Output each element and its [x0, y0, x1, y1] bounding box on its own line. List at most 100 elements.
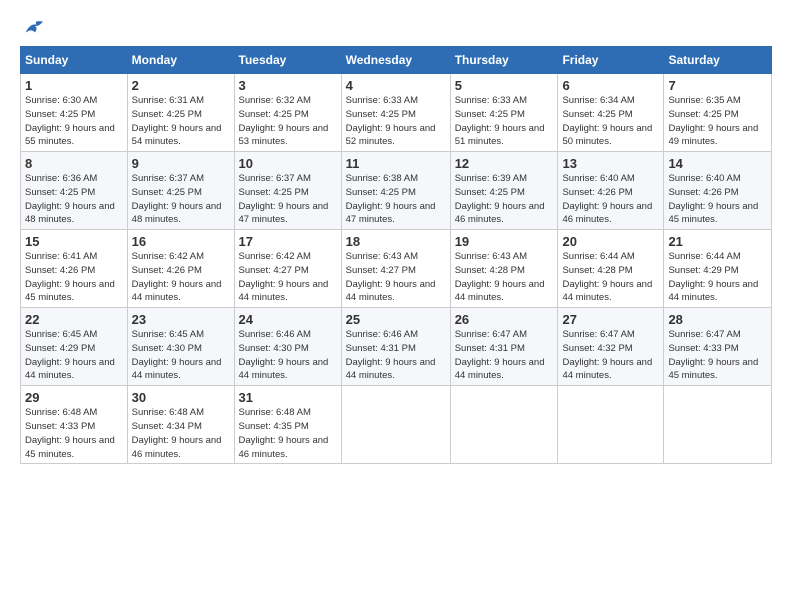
- day-info: Sunrise: 6:35 AMSunset: 4:25 PMDaylight:…: [668, 94, 767, 149]
- day-number: 18: [346, 234, 446, 249]
- week-row-5: 29Sunrise: 6:48 AMSunset: 4:33 PMDayligh…: [21, 386, 772, 464]
- day-cell-4: 4Sunrise: 6:33 AMSunset: 4:25 PMDaylight…: [341, 74, 450, 152]
- day-number: 17: [239, 234, 337, 249]
- day-number: 31: [239, 390, 337, 405]
- week-row-4: 22Sunrise: 6:45 AMSunset: 4:29 PMDayligh…: [21, 308, 772, 386]
- day-info: Sunrise: 6:38 AMSunset: 4:25 PMDaylight:…: [346, 172, 446, 227]
- day-cell-11: 11Sunrise: 6:38 AMSunset: 4:25 PMDayligh…: [341, 152, 450, 230]
- day-cell-28: 28Sunrise: 6:47 AMSunset: 4:33 PMDayligh…: [664, 308, 772, 386]
- header-day-friday: Friday: [558, 47, 664, 74]
- day-number: 29: [25, 390, 123, 405]
- header: [20, 18, 772, 36]
- day-number: 30: [132, 390, 230, 405]
- day-cell-14: 14Sunrise: 6:40 AMSunset: 4:26 PMDayligh…: [664, 152, 772, 230]
- day-info: Sunrise: 6:37 AMSunset: 4:25 PMDaylight:…: [132, 172, 230, 227]
- day-cell-22: 22Sunrise: 6:45 AMSunset: 4:29 PMDayligh…: [21, 308, 128, 386]
- day-cell-8: 8Sunrise: 6:36 AMSunset: 4:25 PMDaylight…: [21, 152, 128, 230]
- day-number: 6: [562, 78, 659, 93]
- day-cell-20: 20Sunrise: 6:44 AMSunset: 4:28 PMDayligh…: [558, 230, 664, 308]
- day-info: Sunrise: 6:46 AMSunset: 4:30 PMDaylight:…: [239, 328, 337, 383]
- empty-cell: [341, 386, 450, 464]
- day-cell-26: 26Sunrise: 6:47 AMSunset: 4:31 PMDayligh…: [450, 308, 558, 386]
- day-cell-19: 19Sunrise: 6:43 AMSunset: 4:28 PMDayligh…: [450, 230, 558, 308]
- day-cell-16: 16Sunrise: 6:42 AMSunset: 4:26 PMDayligh…: [127, 230, 234, 308]
- day-info: Sunrise: 6:39 AMSunset: 4:25 PMDaylight:…: [455, 172, 554, 227]
- day-number: 7: [668, 78, 767, 93]
- day-number: 4: [346, 78, 446, 93]
- day-cell-25: 25Sunrise: 6:46 AMSunset: 4:31 PMDayligh…: [341, 308, 450, 386]
- day-cell-18: 18Sunrise: 6:43 AMSunset: 4:27 PMDayligh…: [341, 230, 450, 308]
- day-number: 19: [455, 234, 554, 249]
- header-day-monday: Monday: [127, 47, 234, 74]
- day-info: Sunrise: 6:34 AMSunset: 4:25 PMDaylight:…: [562, 94, 659, 149]
- day-info: Sunrise: 6:48 AMSunset: 4:34 PMDaylight:…: [132, 406, 230, 461]
- day-cell-13: 13Sunrise: 6:40 AMSunset: 4:26 PMDayligh…: [558, 152, 664, 230]
- day-cell-9: 9Sunrise: 6:37 AMSunset: 4:25 PMDaylight…: [127, 152, 234, 230]
- day-info: Sunrise: 6:44 AMSunset: 4:29 PMDaylight:…: [668, 250, 767, 305]
- day-info: Sunrise: 6:31 AMSunset: 4:25 PMDaylight:…: [132, 94, 230, 149]
- day-info: Sunrise: 6:30 AMSunset: 4:25 PMDaylight:…: [25, 94, 123, 149]
- day-info: Sunrise: 6:43 AMSunset: 4:27 PMDaylight:…: [346, 250, 446, 305]
- day-number: 1: [25, 78, 123, 93]
- day-number: 28: [668, 312, 767, 327]
- day-cell-15: 15Sunrise: 6:41 AMSunset: 4:26 PMDayligh…: [21, 230, 128, 308]
- logo-bird-icon: [24, 18, 46, 36]
- day-number: 23: [132, 312, 230, 327]
- day-number: 27: [562, 312, 659, 327]
- week-row-2: 8Sunrise: 6:36 AMSunset: 4:25 PMDaylight…: [21, 152, 772, 230]
- day-number: 14: [668, 156, 767, 171]
- logo: [20, 18, 48, 36]
- day-info: Sunrise: 6:37 AMSunset: 4:25 PMDaylight:…: [239, 172, 337, 227]
- day-number: 2: [132, 78, 230, 93]
- day-number: 10: [239, 156, 337, 171]
- day-cell-12: 12Sunrise: 6:39 AMSunset: 4:25 PMDayligh…: [450, 152, 558, 230]
- day-number: 16: [132, 234, 230, 249]
- day-info: Sunrise: 6:40 AMSunset: 4:26 PMDaylight:…: [668, 172, 767, 227]
- day-number: 11: [346, 156, 446, 171]
- calendar-table: SundayMondayTuesdayWednesdayThursdayFrid…: [20, 46, 772, 464]
- header-day-sunday: Sunday: [21, 47, 128, 74]
- empty-cell: [450, 386, 558, 464]
- day-cell-2: 2Sunrise: 6:31 AMSunset: 4:25 PMDaylight…: [127, 74, 234, 152]
- day-cell-6: 6Sunrise: 6:34 AMSunset: 4:25 PMDaylight…: [558, 74, 664, 152]
- day-cell-10: 10Sunrise: 6:37 AMSunset: 4:25 PMDayligh…: [234, 152, 341, 230]
- header-day-thursday: Thursday: [450, 47, 558, 74]
- day-number: 21: [668, 234, 767, 249]
- day-info: Sunrise: 6:47 AMSunset: 4:31 PMDaylight:…: [455, 328, 554, 383]
- week-row-1: 1Sunrise: 6:30 AMSunset: 4:25 PMDaylight…: [21, 74, 772, 152]
- day-number: 9: [132, 156, 230, 171]
- day-number: 12: [455, 156, 554, 171]
- day-info: Sunrise: 6:40 AMSunset: 4:26 PMDaylight:…: [562, 172, 659, 227]
- day-info: Sunrise: 6:33 AMSunset: 4:25 PMDaylight:…: [455, 94, 554, 149]
- day-cell-3: 3Sunrise: 6:32 AMSunset: 4:25 PMDaylight…: [234, 74, 341, 152]
- day-cell-7: 7Sunrise: 6:35 AMSunset: 4:25 PMDaylight…: [664, 74, 772, 152]
- empty-cell: [558, 386, 664, 464]
- day-info: Sunrise: 6:47 AMSunset: 4:33 PMDaylight:…: [668, 328, 767, 383]
- day-info: Sunrise: 6:33 AMSunset: 4:25 PMDaylight:…: [346, 94, 446, 149]
- page: SundayMondayTuesdayWednesdayThursdayFrid…: [0, 0, 792, 612]
- day-number: 8: [25, 156, 123, 171]
- day-info: Sunrise: 6:41 AMSunset: 4:26 PMDaylight:…: [25, 250, 123, 305]
- empty-cell: [664, 386, 772, 464]
- day-number: 5: [455, 78, 554, 93]
- day-cell-29: 29Sunrise: 6:48 AMSunset: 4:33 PMDayligh…: [21, 386, 128, 464]
- header-day-saturday: Saturday: [664, 47, 772, 74]
- week-row-3: 15Sunrise: 6:41 AMSunset: 4:26 PMDayligh…: [21, 230, 772, 308]
- header-day-tuesday: Tuesday: [234, 47, 341, 74]
- day-number: 15: [25, 234, 123, 249]
- day-info: Sunrise: 6:48 AMSunset: 4:35 PMDaylight:…: [239, 406, 337, 461]
- day-cell-17: 17Sunrise: 6:42 AMSunset: 4:27 PMDayligh…: [234, 230, 341, 308]
- day-info: Sunrise: 6:32 AMSunset: 4:25 PMDaylight:…: [239, 94, 337, 149]
- day-info: Sunrise: 6:47 AMSunset: 4:32 PMDaylight:…: [562, 328, 659, 383]
- day-number: 3: [239, 78, 337, 93]
- header-day-wednesday: Wednesday: [341, 47, 450, 74]
- day-number: 13: [562, 156, 659, 171]
- day-number: 25: [346, 312, 446, 327]
- day-info: Sunrise: 6:48 AMSunset: 4:33 PMDaylight:…: [25, 406, 123, 461]
- day-cell-30: 30Sunrise: 6:48 AMSunset: 4:34 PMDayligh…: [127, 386, 234, 464]
- day-number: 20: [562, 234, 659, 249]
- day-cell-1: 1Sunrise: 6:30 AMSunset: 4:25 PMDaylight…: [21, 74, 128, 152]
- day-cell-21: 21Sunrise: 6:44 AMSunset: 4:29 PMDayligh…: [664, 230, 772, 308]
- calendar-header-row: SundayMondayTuesdayWednesdayThursdayFrid…: [21, 47, 772, 74]
- day-info: Sunrise: 6:43 AMSunset: 4:28 PMDaylight:…: [455, 250, 554, 305]
